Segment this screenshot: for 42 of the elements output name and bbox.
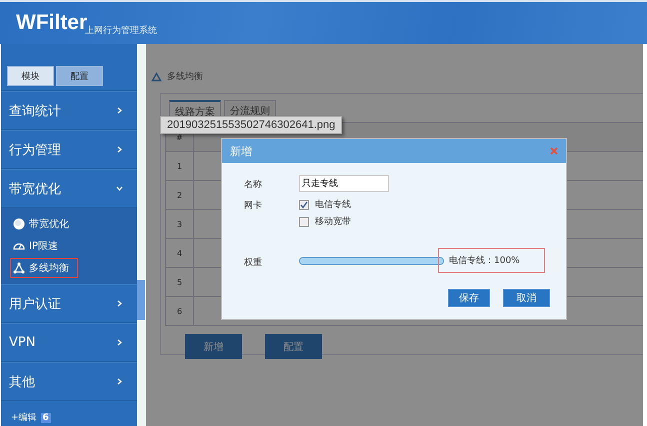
chevron-down-icon [116,185,123,192]
collapse-handle[interactable] [137,280,145,320]
chevron-right-icon [116,107,123,114]
chevron-right-icon [116,300,123,307]
dialog-title: 新增 [230,144,252,158]
network-icon [151,72,162,82]
chevron-right-icon [116,378,123,385]
file-tooltip: 201903251553502746302641.png [160,116,342,134]
row-number: 6 [166,296,194,326]
row-number: 4 [166,238,194,268]
app-subtitle: 上网行为管理系统 [85,26,158,37]
sidebar-tab[interactable]: 配置 [56,66,103,86]
chevron-right-icon [116,146,123,153]
checkbox[interactable] [299,200,309,210]
dialog-button[interactable]: 取消 [503,289,550,307]
row-number: 1 [166,152,194,180]
app-logo: WFilter [16,12,88,33]
name-field[interactable]: 只走专线 [299,175,389,192]
count-badge: 6 [40,412,51,422]
action-button[interactable]: 新增 [185,334,242,359]
field-label: 网卡 [244,200,263,213]
close-icon[interactable] [550,147,558,155]
row-number: 2 [166,180,194,210]
dialog-button[interactable]: 保存 [448,289,490,307]
row-number: 3 [166,210,194,238]
globe-icon [13,218,25,230]
sidebar-tab[interactable]: 模块 [7,66,54,86]
weight-reading: 电信专线：100% [438,248,545,273]
field-label: 名称 [244,178,263,192]
field-label: 权重 [244,256,263,270]
edit-link[interactable]: +编辑 [11,411,37,424]
checkbox-label: 电信专线 [315,198,351,211]
chevron-right-icon [116,339,123,346]
network-icon [13,262,25,274]
checkbox[interactable] [299,216,309,226]
action-button[interactable]: 配置 [265,334,322,359]
submenu-item[interactable]: 多线均衡 [10,258,78,278]
submenu-item[interactable]: 带宽优化 [10,214,78,234]
submenu-item[interactable]: IP限速 [10,236,67,256]
breadcrumb: 多线均衡 [167,70,203,83]
checkbox-label: 移动宽带 [315,216,351,228]
row-number: 5 [166,268,194,296]
